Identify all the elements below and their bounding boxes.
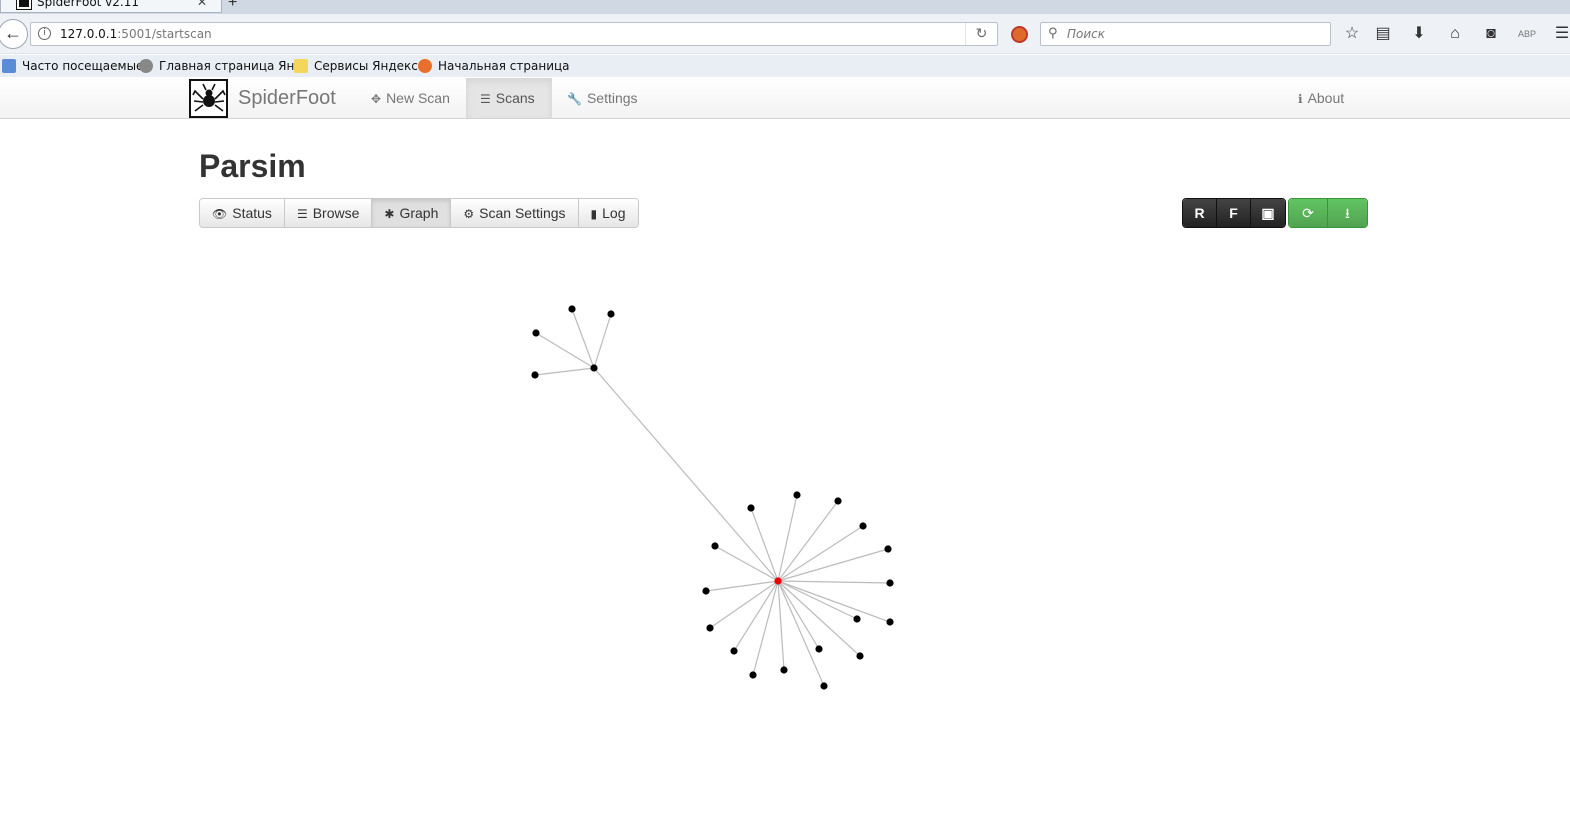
graph-edge bbox=[705, 580, 779, 592]
graph-edge bbox=[571, 308, 595, 369]
graph-edge bbox=[777, 525, 864, 582]
graph-node[interactable] bbox=[702, 587, 710, 595]
graph-node[interactable] bbox=[706, 624, 714, 632]
graph-node[interactable] bbox=[886, 579, 894, 587]
scan-graph[interactable] bbox=[0, 0, 1570, 815]
graph-node[interactable] bbox=[532, 329, 540, 337]
graph-node[interactable] bbox=[531, 371, 539, 379]
graph-edge bbox=[750, 507, 779, 582]
graph-hub-node[interactable] bbox=[590, 364, 598, 372]
graph-edge bbox=[535, 332, 595, 369]
graph-node[interactable] bbox=[856, 652, 864, 660]
graph-node[interactable] bbox=[747, 504, 755, 512]
graph-edge bbox=[777, 548, 889, 582]
graph-root-node[interactable] bbox=[774, 577, 782, 585]
graph-node[interactable] bbox=[730, 647, 738, 655]
graph-node[interactable] bbox=[859, 522, 867, 530]
graph-edge bbox=[777, 580, 861, 657]
graph-edge bbox=[534, 367, 595, 376]
graph-edge bbox=[777, 580, 785, 671]
graph-node[interactable] bbox=[749, 671, 757, 679]
graph-edge bbox=[593, 367, 779, 582]
graph-node[interactable] bbox=[853, 615, 861, 623]
graph-edge bbox=[733, 580, 779, 652]
graph-node[interactable] bbox=[884, 545, 892, 553]
graph-node[interactable] bbox=[834, 497, 842, 505]
graph-node[interactable] bbox=[568, 305, 576, 313]
graph-edge bbox=[593, 313, 612, 369]
graph-node[interactable] bbox=[820, 682, 828, 690]
graph-node[interactable] bbox=[793, 491, 801, 499]
graph-edge bbox=[777, 580, 891, 623]
graph-node[interactable] bbox=[711, 542, 719, 550]
graph-node[interactable] bbox=[780, 666, 788, 674]
graph-node[interactable] bbox=[607, 310, 615, 318]
graph-edge bbox=[777, 580, 891, 584]
graph-node[interactable] bbox=[886, 618, 894, 626]
graph-edge bbox=[714, 545, 779, 582]
graph-node[interactable] bbox=[815, 645, 823, 653]
